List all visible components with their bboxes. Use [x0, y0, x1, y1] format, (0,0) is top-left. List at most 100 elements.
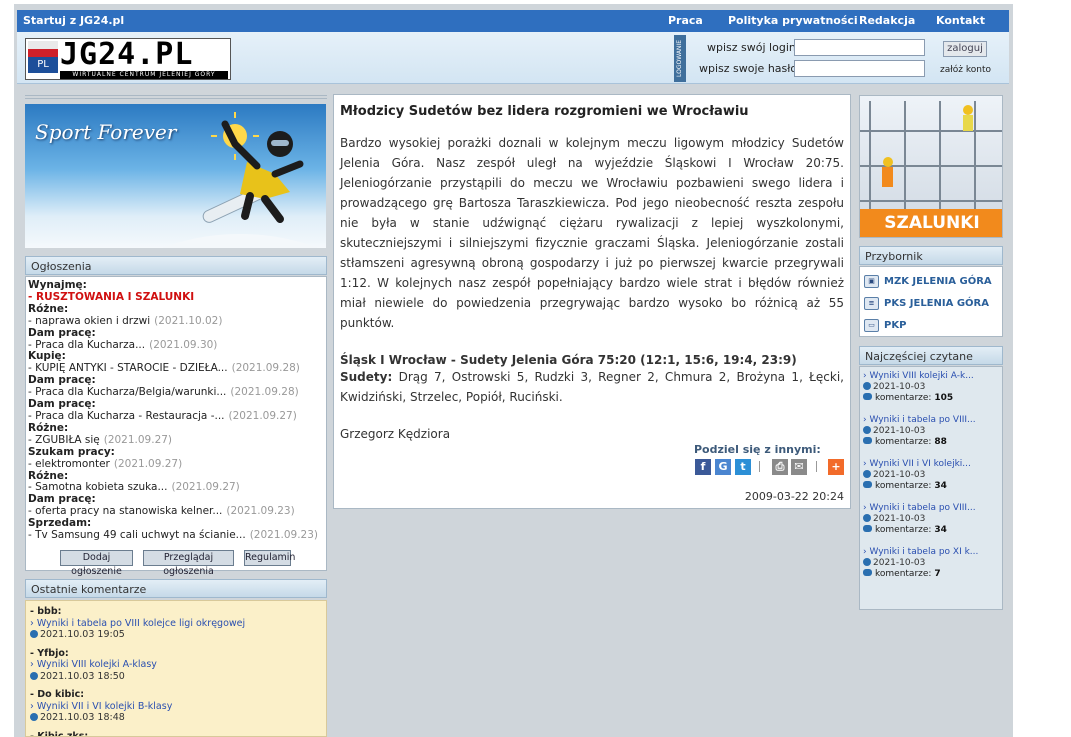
comment-author: - Kibic zks: [30, 730, 89, 737]
comment-bubble-icon [863, 481, 872, 488]
ad-item[interactable]: - naprawa okien i drzwi (2021.10.02) [28, 314, 326, 328]
logo-text: JG24.PL [60, 37, 194, 72]
site-logo[interactable]: PL JG24.PL WIRTUALNE CENTRUM JELENIEJ GÓ… [25, 37, 231, 80]
tool-label: PKS JELENIA GÓRA [884, 297, 989, 309]
password-input[interactable] [794, 60, 925, 77]
ad-item[interactable]: - Praca dla Kucharza - Restauracja -...(… [28, 410, 326, 423]
comments-label: komentarze: [875, 481, 932, 491]
ad-date: (2021.09.23) [249, 529, 318, 542]
squad-label: Sudety: [340, 370, 393, 384]
clock-icon [863, 470, 871, 478]
print-icon[interactable]: ⎙ [772, 459, 788, 475]
article: Młodzicy Sudetów bez lidera rozgromieni … [333, 94, 851, 509]
ad-item[interactable]: - elektromonter (2021.09.27) [28, 457, 326, 471]
comment-article-link[interactable]: › Wyniki i tabela po VIII kolejce ligi o… [30, 618, 322, 630]
comment-author: - Do kibic: [30, 689, 85, 700]
email-icon[interactable]: ✉ [791, 459, 807, 475]
popular-article-link[interactable]: › Wyniki i tabela po VIII... [863, 415, 999, 426]
add-ad-button[interactable]: Dodaj ogłoszenie [60, 550, 133, 577]
article-author: Grzegorz Kędziora [340, 427, 451, 441]
tool-label: PKP [884, 319, 907, 331]
google-icon[interactable]: G [715, 459, 731, 475]
ad-date: (2021.09.27) [113, 457, 183, 470]
popular-article-link[interactable]: › Wyniki VII i VI kolejki... [863, 459, 999, 470]
comment-bubble-icon [863, 569, 872, 576]
popular-comments-row: komentarze: 34 [863, 525, 999, 536]
popular-date: 2021-10-03 [873, 426, 926, 436]
popular-comments-row: komentarze: 105 [863, 393, 999, 404]
popular-comments-row: komentarze: 34 [863, 481, 999, 492]
ad-date: (2021.09.27) [103, 433, 173, 446]
nav-praca[interactable]: Praca [668, 14, 703, 27]
ad-title: - Praca dla Kucharza... [28, 338, 146, 351]
coach-icon: ≡ [864, 296, 879, 310]
comment-article-link[interactable]: › Wyniki VIII kolejki A-klasy [30, 659, 322, 671]
nav-polityka-prywatnosci[interactable]: Polityka prywatności [728, 14, 858, 27]
top-navigation-bar: Startuj z JG24.pl Praca Polityka prywatn… [17, 10, 1009, 32]
ad-date: (2021.09.27) [171, 481, 240, 494]
scaffolding-illustration [860, 101, 1002, 211]
share-divider-2 [816, 461, 817, 472]
clock-icon [30, 671, 38, 680]
ad-date: (2021.09.28) [230, 386, 299, 399]
popular-article-link[interactable]: › Wyniki i tabela po VIII... [863, 503, 999, 514]
snowboarder-illustration [163, 112, 317, 248]
popular-entry: › Wyniki VII i VI kolejki... 2021-10-03 ko… [863, 459, 999, 492]
popular-date-row: 2021-10-03 [863, 426, 999, 437]
startuj-link[interactable]: Startuj z JG24.pl [23, 14, 124, 27]
ad-item[interactable]: - ZGUBIŁA się (2021.09.27) [28, 433, 326, 447]
popular-entry: › Wyniki i tabela po XI k... 2021-10-03 ko… [863, 547, 999, 580]
facebook-icon[interactable]: f [695, 459, 711, 475]
ad-item[interactable]: - Tv Samsung 49 cali uchwyt na ścianie..… [28, 529, 326, 542]
comments-label: komentarze: [875, 437, 932, 447]
login-button[interactable]: zaloguj [943, 41, 987, 57]
tool-pkp[interactable]: ▭ PKP [864, 314, 1002, 336]
comments-count: 105 [934, 393, 954, 403]
popular-header: Najczęściej czytane [859, 346, 1003, 365]
popular-date-row: 2021-10-03 [863, 382, 999, 393]
twitter-icon[interactable]: t [735, 459, 751, 475]
clock-icon [863, 558, 871, 566]
logo-tagline: WIRTUALNE CENTRUM JELENIEJ GÓRY [60, 71, 228, 79]
tool-mzk[interactable]: ▣ MZK JELENIA GÓRA [864, 270, 1002, 292]
ad-title: - naprawa okien i drzwi [28, 314, 151, 327]
login-input[interactable] [794, 39, 925, 56]
sport-forever-banner[interactable]: Sport Forever [25, 104, 326, 248]
ads-list: Wynajmę: - RUSZTOWANIA I SZALUNKI Różne: - … [25, 276, 327, 571]
ad-item[interactable]: - Praca dla Kucharza... (2021.09.30) [28, 338, 326, 352]
train-icon: ▭ [864, 318, 879, 332]
popular-date: 2021-10-03 [873, 514, 926, 524]
nav-redakcja[interactable]: Redakcja [859, 14, 915, 27]
bus-icon: ▣ [864, 274, 879, 288]
login-strip-label: LOGOWANIE [674, 35, 686, 82]
popular-article-link[interactable]: › Wyniki i tabela po XI k... [863, 547, 999, 558]
popular-entry: › Wyniki VIII kolejki A-k... 2021-10-03 ko… [863, 371, 999, 404]
share-label: Podziel się z innymi: [694, 443, 821, 456]
popular-article-link[interactable]: › Wyniki VIII kolejki A-k... [863, 371, 999, 382]
popular-date: 2021-10-03 [873, 470, 926, 480]
browse-ads-button[interactable]: Przeglądaj ogłoszenia [143, 550, 234, 577]
rules-button[interactable]: Regulamin [244, 550, 295, 566]
more-share-icon[interactable]: + [828, 459, 844, 475]
szalunki-label: SZALUNKI [860, 209, 1002, 237]
comment-date-row: 2021.10.03 18:50 [30, 671, 322, 683]
ad-date: (2021.09.30) [149, 338, 218, 351]
left-top-divider [25, 95, 327, 99]
szalunki-banner[interactable]: SZALUNKI [859, 95, 1003, 238]
ad-item[interactable]: - RUSZTOWANIA I SZALUNKI [28, 291, 326, 304]
comment-article-link[interactable]: › Wyniki VII i VI kolejki B-klasy [30, 701, 322, 713]
register-link[interactable]: załóż konto [940, 65, 991, 75]
comment-entry: - Do kibic: › Wyniki VII i VI kolejki B-k… [30, 689, 322, 724]
nav-kontakt[interactable]: Kontakt [936, 14, 985, 27]
article-date: 2009-03-22 20:24 [744, 490, 844, 503]
share-divider [759, 461, 760, 472]
squad-list: Sudety: Drąg 7, Ostrowski 5, Rudzki 3, R… [340, 367, 844, 407]
ads-header: Ogłoszenia [25, 256, 327, 275]
popular-date-row: 2021-10-03 [863, 514, 999, 525]
polish-flag-icon: PL [28, 41, 58, 73]
comment-date: 2021.10.03 18:50 [40, 670, 125, 682]
comment-entry: - Kibic zks:› Wyniki i tabela po VIII ko… [30, 731, 322, 737]
comments-label: komentarze: [875, 569, 932, 579]
comments-header: Ostatnie komentarze [25, 579, 327, 598]
tool-pks[interactable]: ≡ PKS JELENIA GÓRA [864, 292, 1002, 314]
